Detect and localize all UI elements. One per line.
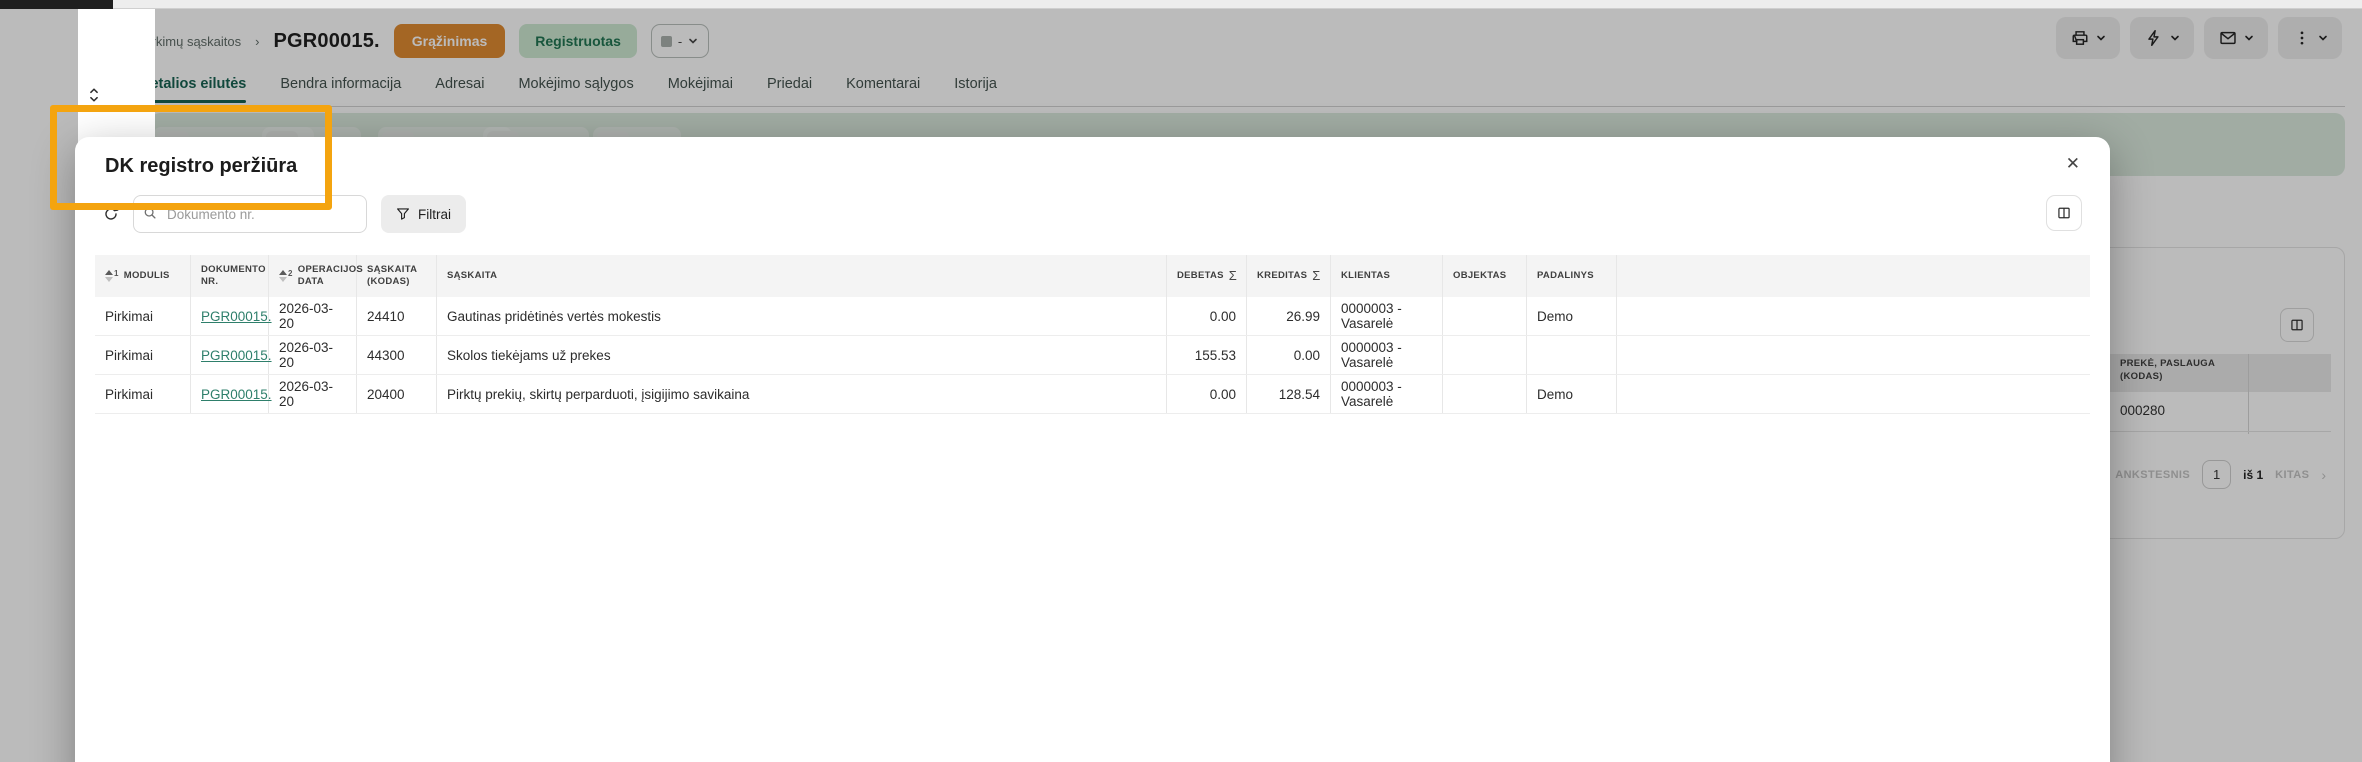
column-header-label: OBJEKTAS bbox=[1453, 270, 1506, 282]
cell-module: Pirkimai bbox=[95, 336, 191, 374]
cell-debit: 155.53 bbox=[1167, 336, 1247, 374]
cell-module: Pirkimai bbox=[95, 297, 191, 335]
column-header-debit[interactable]: DEBETAS Σ bbox=[1167, 255, 1247, 297]
column-header-label: SĄSKAITA (KODAS) bbox=[367, 264, 426, 288]
cell-object bbox=[1443, 375, 1527, 413]
column-header-label: DOKUMENTO NR. bbox=[201, 264, 266, 288]
cell-object bbox=[1443, 336, 1527, 374]
column-header-object[interactable]: OBJEKTAS bbox=[1443, 255, 1527, 297]
sort-icon[interactable]: 2 bbox=[279, 270, 293, 282]
table-row[interactable]: Pirkimai PGR00015.2026-03-2024410Gautinas… bbox=[95, 297, 2090, 336]
cell-doc: PGR00015. bbox=[191, 297, 269, 335]
cell-_empty bbox=[1617, 375, 2090, 413]
column-header-label: OPERACIJOS DATA bbox=[298, 264, 363, 288]
browser-edge-strip bbox=[0, 0, 2362, 9]
cell-credit: 128.54 bbox=[1247, 375, 1331, 413]
modal-column-settings-button[interactable] bbox=[2046, 195, 2082, 231]
cell-date: 2026-03-20 bbox=[269, 297, 357, 335]
cell-date: 2026-03-20 bbox=[269, 336, 357, 374]
gl-register-table: 1MODULISDOKUMENTO NR.2OPERACIJOS DATASĄS… bbox=[95, 255, 2090, 414]
search-field-wrap bbox=[133, 195, 367, 233]
cell-account_code: 44300 bbox=[357, 336, 437, 374]
modal-title: DK registro peržiūra bbox=[105, 155, 297, 178]
column-header-module[interactable]: 1 MODULIS bbox=[95, 255, 191, 297]
column-header-credit[interactable]: KREDITAS Σ bbox=[1247, 255, 1331, 297]
cell-_empty bbox=[1617, 297, 2090, 335]
column-header-date[interactable]: 2OPERACIJOS DATA bbox=[269, 255, 357, 297]
column-header-account[interactable]: SĄSKAITA bbox=[437, 255, 1167, 297]
app-window: maiosos Pirkimų sąskaitos › PGR00015. Gr… bbox=[0, 0, 2362, 762]
gl-register-modal: DK registro peržiūra ✕ Filtrai 1 MODULIS D… bbox=[75, 137, 2110, 762]
cell-account_code: 24410 bbox=[357, 297, 437, 335]
cell-debit: 0.00 bbox=[1167, 297, 1247, 335]
cell-doc: PGR00015. bbox=[191, 336, 269, 374]
sum-icon[interactable]: Σ bbox=[1312, 268, 1320, 284]
cell-object bbox=[1443, 297, 1527, 335]
table-row[interactable]: Pirkimai PGR00015.2026-03-2020400Pirktų p… bbox=[95, 375, 2090, 414]
column-header-label: MODULIS bbox=[124, 270, 170, 282]
cell-account: Gautinas pridėtinės vertės mokestis bbox=[437, 297, 1167, 335]
column-header-label: PADALINYS bbox=[1537, 270, 1594, 282]
refresh-icon bbox=[103, 206, 119, 222]
table-row[interactable]: Pirkimai PGR00015.2026-03-2044300Skolos t… bbox=[95, 336, 2090, 375]
columns-icon bbox=[2057, 206, 2071, 220]
cell-debit: 0.00 bbox=[1167, 375, 1247, 413]
cell-client: 0000003 - Vasarelė bbox=[1331, 375, 1443, 413]
search-input[interactable] bbox=[133, 195, 367, 233]
cell-_empty bbox=[1617, 336, 2090, 374]
browser-edge-dark bbox=[0, 0, 113, 9]
cell-account: Pirktų prekių, skirtų perparduoti, įsigi… bbox=[437, 375, 1167, 413]
cell-client: 0000003 - Vasarelė bbox=[1331, 297, 1443, 335]
cell-doc: PGR00015. bbox=[191, 375, 269, 413]
close-icon[interactable]: ✕ bbox=[2062, 151, 2084, 176]
column-header-label: DEBETAS bbox=[1177, 270, 1224, 282]
funnel-icon bbox=[396, 207, 410, 221]
document-link[interactable]: PGR00015. bbox=[201, 309, 272, 324]
sum-icon[interactable]: Σ bbox=[1229, 268, 1237, 284]
cell-client: 0000003 - Vasarelė bbox=[1331, 336, 1443, 374]
cell-account_code: 20400 bbox=[357, 375, 437, 413]
column-header-doc[interactable]: DOKUMENTO NR. bbox=[191, 255, 269, 297]
cell-date: 2026-03-20 bbox=[269, 375, 357, 413]
document-link[interactable]: PGR00015. bbox=[201, 348, 272, 363]
filters-button[interactable]: Filtrai bbox=[381, 195, 466, 233]
cell-module: Pirkimai bbox=[95, 375, 191, 413]
column-header-account_code[interactable]: SĄSKAITA (KODAS) bbox=[357, 255, 437, 297]
cell-department bbox=[1527, 336, 1617, 374]
table-header-row: 1MODULISDOKUMENTO NR.2OPERACIJOS DATASĄS… bbox=[95, 255, 2090, 297]
cell-department: Demo bbox=[1527, 297, 1617, 335]
column-header-department[interactable]: PADALINYS bbox=[1527, 255, 1617, 297]
refresh-button[interactable] bbox=[103, 206, 119, 222]
cell-credit: 0.00 bbox=[1247, 336, 1331, 374]
column-header-label: KREDITAS bbox=[1257, 270, 1307, 282]
modal-toolbar: Filtrai bbox=[103, 195, 466, 233]
column-header-label: SĄSKAITA bbox=[447, 270, 497, 282]
filters-button-label: Filtrai bbox=[418, 207, 451, 222]
sort-icon[interactable]: 1 bbox=[105, 270, 119, 282]
column-header-_empty[interactable] bbox=[1617, 255, 2090, 297]
sidebar-unfold-icon[interactable] bbox=[86, 87, 102, 103]
cell-credit: 26.99 bbox=[1247, 297, 1331, 335]
cell-account: Skolos tiekėjams už prekes bbox=[437, 336, 1167, 374]
cell-department: Demo bbox=[1527, 375, 1617, 413]
document-link[interactable]: PGR00015. bbox=[201, 387, 272, 402]
column-header-client[interactable]: KLIENTAS bbox=[1331, 255, 1443, 297]
column-header-label: KLIENTAS bbox=[1341, 270, 1390, 282]
